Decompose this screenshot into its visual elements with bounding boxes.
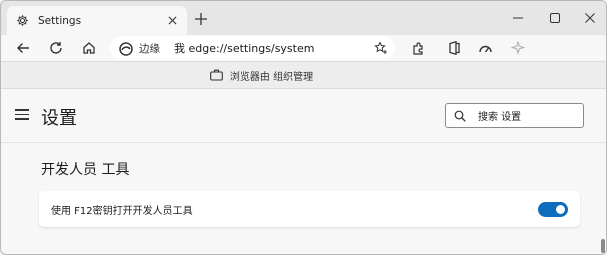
browser-window: Settings 边缘 我 edge://settings/system 浏览器… [0, 0, 607, 255]
home-icon[interactable] [78, 37, 100, 59]
settings-header: 设置 搜索 设置 [1, 89, 606, 143]
managed-by-organization-bar: 浏览器由 组织管理 [1, 61, 606, 89]
search-icon [454, 109, 468, 123]
back-arrow-icon[interactable] [12, 37, 34, 59]
tab-title: Settings [38, 14, 82, 27]
setting-label: 使用 F12密钥打开开发人员工具 [51, 205, 193, 217]
search-input[interactable]: 搜索 设置 [445, 103, 584, 128]
url-value: edge://settings/system [188, 42, 315, 55]
minimize-icon[interactable] [505, 7, 531, 29]
url-text[interactable]: 我 edge://settings/system [174, 40, 314, 56]
new-tab-button[interactable] [191, 9, 211, 29]
tab-strip: Settings [1, 1, 606, 35]
close-tab-icon[interactable] [163, 12, 181, 30]
f12-toggle[interactable] [538, 201, 568, 217]
managed-text: 浏览器由 组织管理 [229, 71, 314, 83]
office-icon[interactable] [444, 38, 464, 58]
edge-logo-icon [119, 41, 133, 56]
scrollbar[interactable] [601, 239, 605, 253]
section-title: 开发人员 工具 [41, 162, 130, 178]
gear-icon [15, 14, 29, 28]
refresh-icon[interactable] [45, 37, 67, 59]
copilot-icon[interactable] [508, 38, 528, 58]
search-placeholder: 搜索 设置 [478, 112, 522, 123]
toggle-knob [556, 204, 565, 214]
close-icon[interactable] [577, 7, 603, 29]
page-title: 设置 [41, 108, 77, 129]
tab-settings[interactable]: Settings [7, 6, 187, 35]
toolbar: 边缘 我 edge://settings/system [1, 35, 606, 61]
extensions-icon[interactable] [408, 38, 428, 58]
address-bar[interactable]: 边缘 我 edge://settings/system [110, 36, 395, 60]
url-prefix: 我 [174, 42, 185, 55]
site-label: 边缘 [139, 42, 160, 55]
add-favorite-icon[interactable] [373, 40, 389, 56]
setting-row-f12: 使用 F12密钥打开开发人员工具 [39, 191, 580, 227]
maximize-icon[interactable] [542, 7, 568, 29]
performance-icon[interactable] [475, 38, 495, 58]
briefcase-icon [210, 68, 224, 82]
menu-icon[interactable] [15, 109, 29, 121]
